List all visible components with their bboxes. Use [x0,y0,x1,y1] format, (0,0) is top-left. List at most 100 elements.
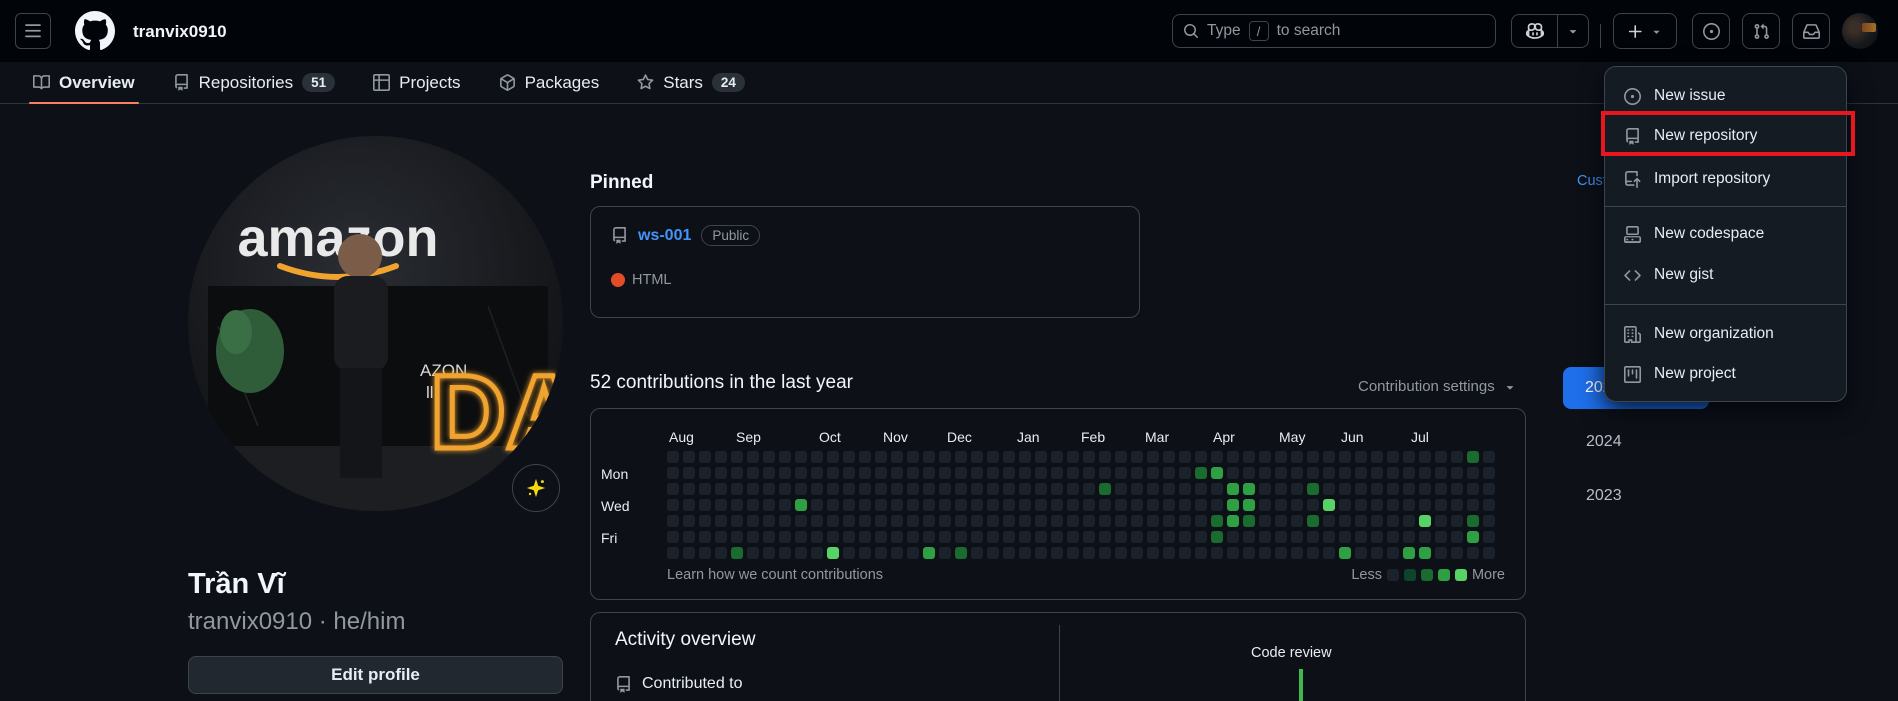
contribution-cell[interactable] [1323,467,1335,479]
contribution-cell[interactable] [667,451,679,463]
contribution-cell[interactable] [715,483,727,495]
contribution-cell[interactable] [1067,451,1079,463]
contribution-cell[interactable] [731,515,743,527]
contribution-cell[interactable] [1179,531,1191,543]
copilot-button[interactable] [1511,14,1589,48]
contribution-cell[interactable] [1099,531,1111,543]
tab-stars[interactable]: Stars 24 [637,62,745,103]
header-avatar[interactable] [1842,13,1878,49]
contribution-cell[interactable] [1419,531,1431,543]
contribution-cell[interactable] [1019,483,1031,495]
contribution-cell[interactable] [1339,483,1351,495]
issues-button[interactable] [1692,13,1730,49]
contribution-cell[interactable] [1387,467,1399,479]
contribution-cell[interactable] [955,515,967,527]
contribution-cell[interactable] [827,467,839,479]
contribution-cell[interactable] [1483,531,1495,543]
contribution-cell[interactable] [907,531,919,543]
contribution-cell[interactable] [1179,499,1191,511]
contribution-cell[interactable] [907,451,919,463]
contribution-cell[interactable] [763,547,775,559]
contribution-cell[interactable] [779,467,791,479]
contribution-cell[interactable] [779,547,791,559]
contribution-cell[interactable] [1115,467,1127,479]
contribution-cell[interactable] [891,499,903,511]
contribution-cell[interactable] [667,483,679,495]
contribution-cell[interactable] [1275,515,1287,527]
contribution-cell[interactable] [763,499,775,511]
contribution-cell[interactable] [1419,547,1431,559]
contribution-cell[interactable] [795,547,807,559]
contribution-cell[interactable] [1243,483,1255,495]
contribution-cell[interactable] [795,467,807,479]
contribution-cell[interactable] [1131,483,1143,495]
contribution-cell[interactable] [971,451,983,463]
copilot-icon-part[interactable] [1512,15,1558,47]
contribution-cell[interactable] [747,515,759,527]
contribution-cell[interactable] [1435,499,1447,511]
contribution-cell[interactable] [1435,547,1447,559]
contribution-cell[interactable] [763,515,775,527]
contribution-cell[interactable] [1259,483,1271,495]
contribution-cell[interactable] [1211,483,1223,495]
contribution-cell[interactable] [859,531,871,543]
tab-projects[interactable]: Projects [373,62,461,103]
contribution-cell[interactable] [907,547,919,559]
contribution-cell[interactable] [667,515,679,527]
contribution-cell[interactable] [1019,499,1031,511]
contribution-cell[interactable] [1259,547,1271,559]
contribution-cell[interactable] [1467,499,1479,511]
contribution-cell[interactable] [1211,499,1223,511]
contribution-cell[interactable] [987,499,999,511]
contribution-cell[interactable] [1387,547,1399,559]
year-button-2024[interactable]: 2024 [1586,433,1622,451]
menu-item-new-issue[interactable]: New issue [1613,76,1838,116]
contribution-cell[interactable] [1083,531,1095,543]
contribution-cell[interactable] [1195,515,1207,527]
contribution-cell[interactable] [1435,531,1447,543]
contribution-settings-dropdown[interactable]: Contribution settings [1358,378,1517,395]
contribution-cell[interactable] [795,451,807,463]
contribution-cell[interactable] [1115,451,1127,463]
contribution-cell[interactable] [1323,547,1335,559]
contribution-cell[interactable] [1275,467,1287,479]
contribution-cell[interactable] [891,483,903,495]
contribution-cell[interactable] [955,499,967,511]
contribution-cell[interactable] [683,547,695,559]
contribution-cell[interactable] [699,547,711,559]
contribution-cell[interactable] [1371,531,1383,543]
contribution-cell[interactable] [1419,515,1431,527]
contribution-cell[interactable] [1083,483,1095,495]
contribution-cell[interactable] [1147,467,1159,479]
contribution-cell[interactable] [1067,467,1079,479]
contribution-cell[interactable] [827,531,839,543]
contribution-cell[interactable] [1291,451,1303,463]
contribution-cell[interactable] [1355,467,1367,479]
contribution-cell[interactable] [1147,515,1159,527]
contribution-cell[interactable] [987,547,999,559]
contribution-cell[interactable] [1403,467,1415,479]
contribution-cell[interactable] [683,451,695,463]
contribution-cell[interactable] [875,531,887,543]
contribution-cell[interactable] [1371,467,1383,479]
contribution-cell[interactable] [891,467,903,479]
hamburger-menu-button[interactable] [15,13,51,49]
contribution-cell[interactable] [1147,451,1159,463]
github-logo[interactable] [75,11,115,51]
contribution-cell[interactable] [1435,451,1447,463]
contribution-cell[interactable] [891,451,903,463]
contribution-cell[interactable] [1371,499,1383,511]
contribution-cell[interactable] [923,451,935,463]
contribution-cell[interactable] [1035,547,1047,559]
contribution-cell[interactable] [1371,451,1383,463]
contribution-cell[interactable] [667,467,679,479]
contribution-cell[interactable] [1467,515,1479,527]
contribution-cell[interactable] [715,531,727,543]
contribution-cell[interactable] [1179,547,1191,559]
contribution-cell[interactable] [1035,451,1047,463]
contribution-cell[interactable] [1259,531,1271,543]
contribution-cell[interactable] [859,515,871,527]
contribution-cell[interactable] [1275,483,1287,495]
contribution-cell[interactable] [1115,547,1127,559]
contribution-cell[interactable] [1307,531,1319,543]
